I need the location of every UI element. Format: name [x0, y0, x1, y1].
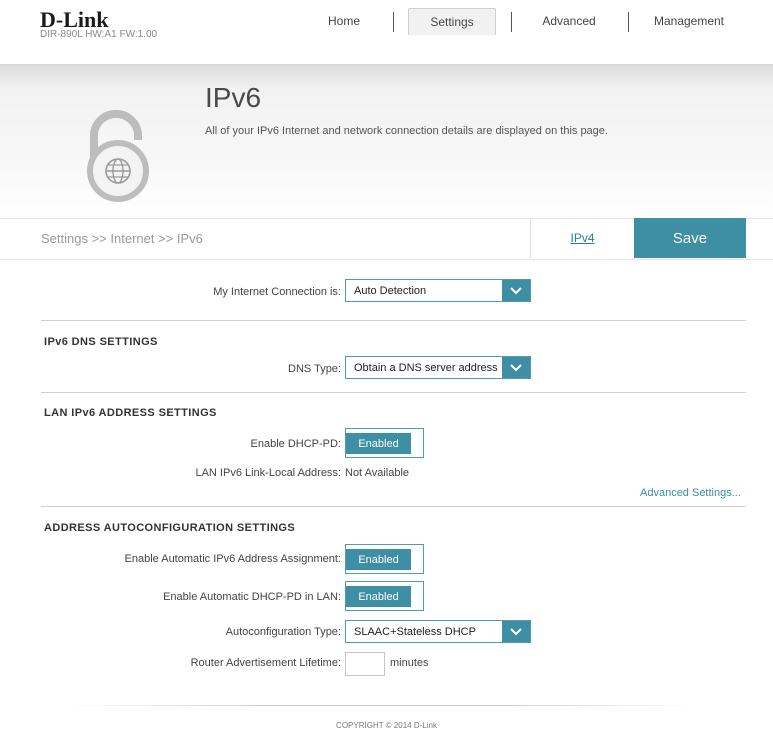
copyright-text: COPYRIGHT © 2014 D-Link: [336, 721, 437, 730]
breadcrumb: Settings >> Internet >> IPv6: [41, 231, 203, 246]
toggle-state: Enabled: [346, 549, 411, 570]
nav-separator: [393, 12, 394, 32]
dns-section-title: IPv6 DNS SETTINGS: [44, 336, 158, 348]
dhcp-pd-label: Enable DHCP-PD:: [250, 438, 341, 450]
footer-divider: [65, 705, 700, 706]
dhcp-pd-toggle[interactable]: Enabled: [345, 428, 424, 458]
ipv4-link[interactable]: IPv4: [530, 218, 634, 258]
lifetime-unit: minutes: [390, 657, 429, 669]
connection-type-value: Auto Detection: [354, 285, 427, 297]
autoconf-type-value: SLAAC+Stateless DHCP: [354, 626, 476, 638]
lifetime-input[interactable]: [345, 652, 385, 676]
lock-globe-icon: [87, 109, 149, 202]
nav-advanced[interactable]: Advanced: [525, 8, 613, 34]
dns-type-label: DNS Type:: [288, 363, 341, 375]
dns-type-value: Obtain a DNS server address: [354, 362, 498, 374]
section-divider: [41, 320, 746, 321]
lan-section-title: LAN IPv6 ADDRESS SETTINGS: [44, 407, 217, 419]
chevron-down-icon: [502, 280, 530, 301]
page-description: All of your IPv6 Internet and network co…: [205, 125, 608, 137]
auto-assign-label: Enable Automatic IPv6 Address Assignment…: [124, 553, 341, 565]
autoconf-type-select[interactable]: SLAAC+Stateless DHCP: [345, 620, 531, 643]
dns-type-select[interactable]: Obtain a DNS server address: [345, 356, 531, 379]
toggle-state: Enabled: [346, 433, 411, 454]
autoconf-section-title: ADDRESS AUTOCONFIGURATION SETTINGS: [44, 522, 296, 534]
page-title: IPv6: [205, 82, 262, 113]
nav-separator: [511, 12, 512, 32]
link-local-label: LAN IPv6 Link-Local Address:: [195, 467, 341, 479]
model-info: DIR-890L HW:A1 FW:1.00: [40, 29, 158, 40]
nav-home[interactable]: Home: [300, 8, 388, 34]
auto-assign-toggle[interactable]: Enabled: [345, 544, 424, 574]
nav-separator: [628, 12, 629, 32]
link-local-value: Not Available: [345, 467, 410, 479]
auto-dhcp-pd-label: Enable Automatic DHCP-PD in LAN:: [163, 591, 341, 603]
section-divider: [41, 392, 746, 393]
chevron-down-icon: [502, 621, 530, 642]
nav-settings[interactable]: Settings: [408, 8, 496, 35]
advanced-settings-link[interactable]: Advanced Settings...: [640, 487, 741, 499]
autoconf-type-label: Autoconfiguration Type:: [225, 626, 341, 638]
save-button[interactable]: Save: [634, 218, 746, 258]
chevron-down-icon: [502, 357, 530, 378]
auto-dhcp-pd-toggle[interactable]: Enabled: [345, 581, 424, 611]
nav-management[interactable]: Management: [641, 8, 737, 34]
toggle-state: Enabled: [346, 586, 411, 607]
connection-type-label: My Internet Connection is:: [213, 286, 341, 298]
section-divider: [41, 506, 746, 507]
connection-type-select[interactable]: Auto Detection: [345, 279, 531, 302]
lifetime-label: Router Advertisement Lifetime:: [190, 657, 341, 669]
